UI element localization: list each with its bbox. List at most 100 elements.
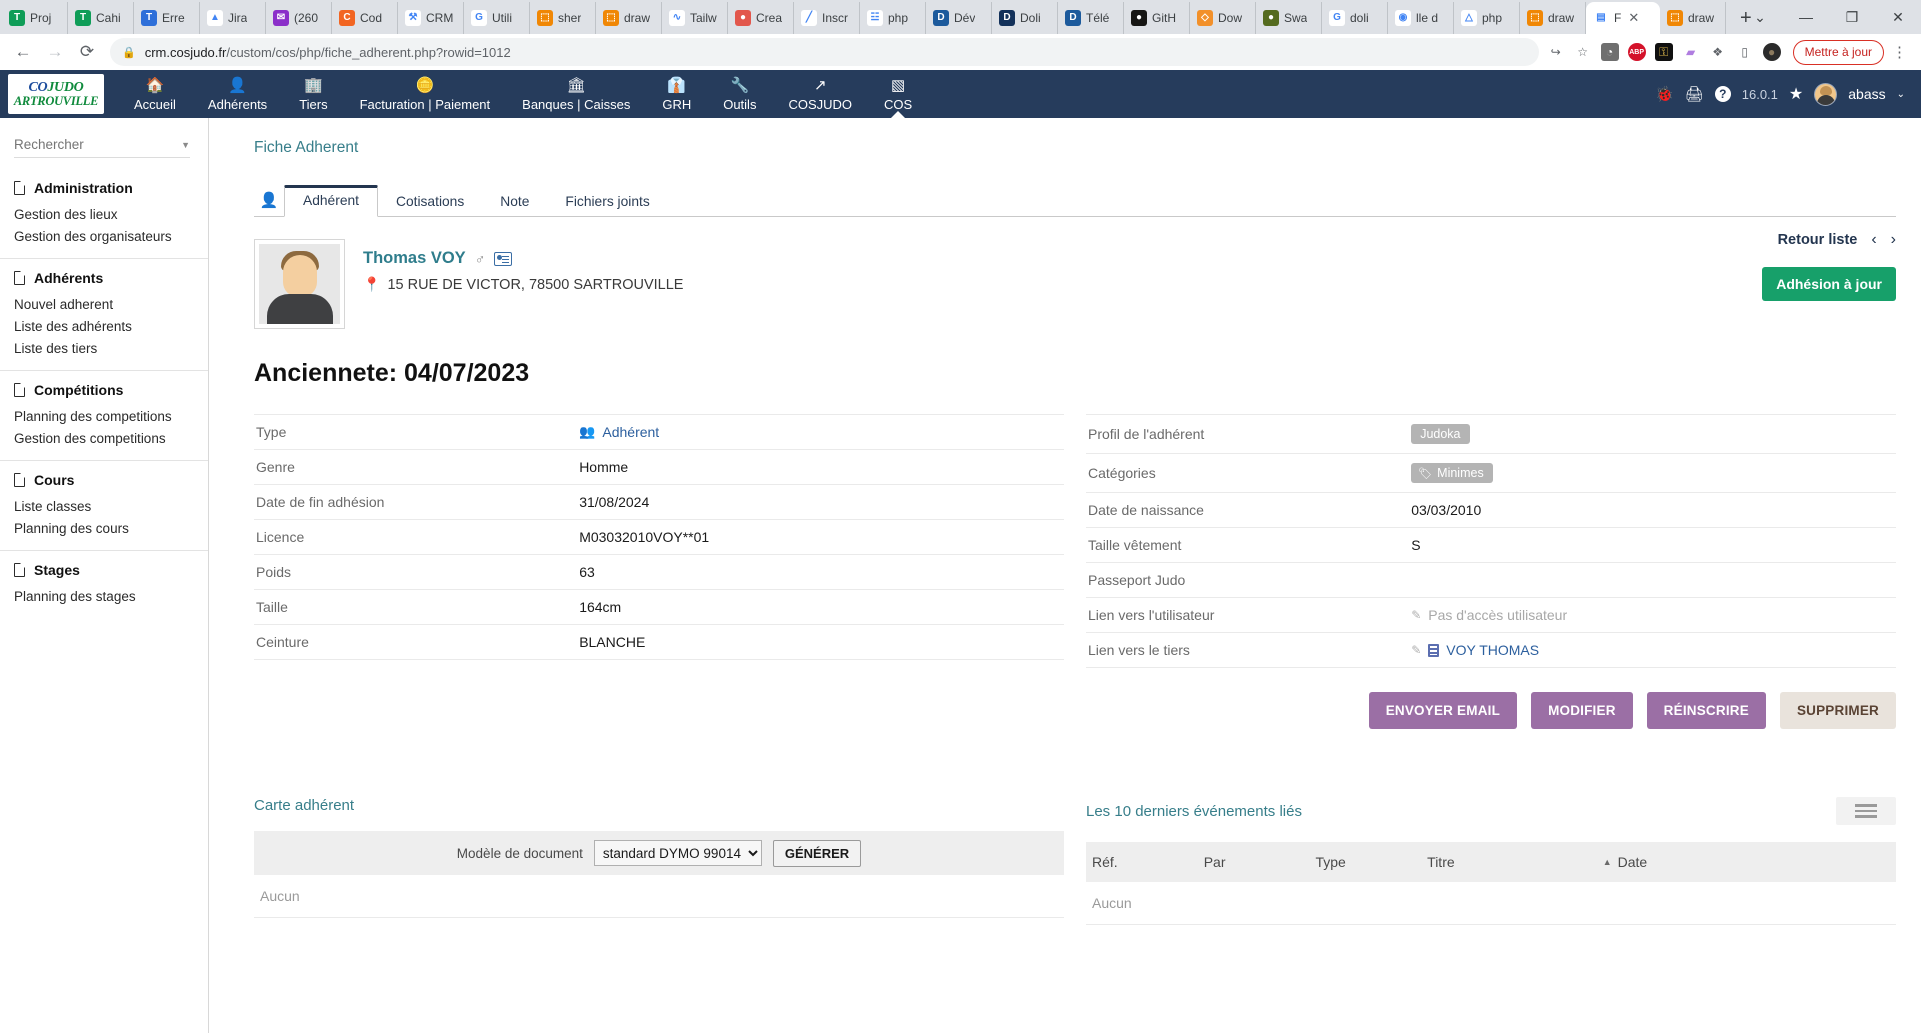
browser-tab[interactable]: ⬚ draw: [1520, 2, 1586, 34]
colorzilla-extension-icon[interactable]: ▰: [1682, 43, 1700, 61]
réinscrire-button[interactable]: RÉINSCRIRE: [1646, 692, 1766, 729]
edit-pencil-icon[interactable]: ✎: [1411, 643, 1421, 657]
sidebar-item-gestion-des-organisateurs[interactable]: Gestion des organisateurs: [14, 225, 194, 247]
sidebar-item-nouvel-adherent[interactable]: Nouvel adherent: [14, 293, 194, 315]
bug-icon[interactable]: 🐞: [1655, 85, 1674, 103]
avatar-photo[interactable]: [254, 239, 345, 329]
help-circle-icon[interactable]: ?: [1714, 86, 1731, 102]
events-col-titre[interactable]: Titre: [1427, 854, 1603, 870]
tab-search-button[interactable]: ⌄: [1737, 0, 1783, 34]
back-to-list-link[interactable]: Retour liste: [1778, 232, 1858, 248]
chevron-down-icon[interactable]: ▼: [177, 140, 190, 150]
extensions-puzzle-icon[interactable]: ❖: [1709, 43, 1727, 61]
browser-tab[interactable]: C Cod: [332, 2, 398, 34]
browser-tab[interactable]: T Erre: [134, 2, 200, 34]
browser-tab[interactable]: ● GitH: [1124, 2, 1190, 34]
navbar-item-adh-rents[interactable]: 👤 Adhérents: [192, 70, 283, 118]
sidebar-item-gestion-des-competitions[interactable]: Gestion des competitions: [14, 427, 194, 449]
browser-tab[interactable]: ⬚ draw: [1660, 2, 1726, 34]
sidebar-item-planning-des-competitions[interactable]: Planning des competitions: [14, 405, 194, 427]
supprimer-button[interactable]: SUPPRIMER: [1779, 692, 1896, 729]
hamburger-icon[interactable]: [1836, 797, 1896, 825]
browser-tab[interactable]: ⚒ CRM: [398, 2, 464, 34]
sidebar-search[interactable]: ▼: [14, 132, 190, 158]
navbar-item-grh[interactable]: 👔 GRH: [646, 70, 707, 118]
brand-logo[interactable]: COJUDO ARTROUVILLE: [8, 74, 104, 114]
browser-tab[interactable]: ▤ F ✕: [1586, 2, 1660, 34]
browser-tab[interactable]: ╱ Inscr: [794, 2, 860, 34]
update-button[interactable]: Mettre à jour: [1792, 39, 1884, 65]
sidebar-group-title[interactable]: Stages: [14, 562, 194, 578]
maximize-button[interactable]: ❐: [1829, 0, 1875, 34]
star-icon[interactable]: ★: [1789, 84, 1803, 104]
sidebar-item-gestion-des-lieux[interactable]: Gestion des lieux: [14, 203, 194, 225]
browser-tab[interactable]: ⬚ draw: [596, 2, 662, 34]
envoyer-email-button[interactable]: ENVOYER EMAIL: [1368, 692, 1518, 729]
browser-tab[interactable]: ◉ lle d: [1388, 2, 1454, 34]
browser-tab[interactable]: D Dév: [926, 2, 992, 34]
minimize-button[interactable]: —: [1783, 0, 1829, 34]
browser-tab[interactable]: ∿ Tailw: [662, 2, 728, 34]
browser-tab[interactable]: ☳ php: [860, 2, 926, 34]
next-record-button[interactable]: ›: [1891, 231, 1896, 249]
sidebar-group-title[interactable]: Adhérents: [14, 270, 194, 286]
browser-menu-button[interactable]: ⋮: [1886, 43, 1913, 61]
bookmark-star-icon[interactable]: ☆: [1574, 43, 1592, 61]
browser-tab[interactable]: T Cahi: [68, 2, 134, 34]
navbar-item-banques-caisses[interactable]: 🏛 Banques | Caisses: [506, 70, 646, 118]
vcard-icon[interactable]: [494, 251, 513, 266]
navbar-item-facturation-paiement[interactable]: 🪙 Facturation | Paiement: [344, 70, 507, 118]
browser-tab[interactable]: ▲ Jira: [200, 2, 266, 34]
tab-note[interactable]: Note: [482, 187, 547, 217]
browser-tab[interactable]: D Doli: [992, 2, 1058, 34]
adblock-extension-icon[interactable]: ABP: [1627, 43, 1646, 61]
close-window-button[interactable]: ✕: [1875, 0, 1921, 34]
shield-extension-icon[interactable]: ◔: [1600, 43, 1619, 61]
browser-tab[interactable]: ◇ Dow: [1190, 2, 1256, 34]
browser-tab[interactable]: T Proj: [2, 2, 68, 34]
avatar[interactable]: [1814, 82, 1838, 106]
browser-tab[interactable]: ● Crea: [728, 2, 794, 34]
browser-tab[interactable]: G Utili: [464, 2, 530, 34]
tab-adh-rent[interactable]: Adhérent: [284, 185, 378, 217]
print-icon[interactable]: 🖨: [1685, 85, 1704, 103]
modifier-button[interactable]: MODIFIER: [1531, 692, 1633, 729]
browser-tab[interactable]: △ php: [1454, 2, 1520, 34]
status-badge-adhesion[interactable]: Adhésion à jour: [1762, 267, 1896, 301]
keepass-extension-icon[interactable]: ⚿: [1654, 43, 1673, 61]
sidebar-item-liste-des-tiers[interactable]: Liste des tiers: [14, 337, 194, 359]
chevron-down-icon[interactable]: ⌄: [1897, 89, 1905, 100]
sidebar-item-liste-classes[interactable]: Liste classes: [14, 495, 194, 517]
detail-value-link[interactable]: Adhérent: [602, 424, 659, 440]
browser-tab[interactable]: D Télé: [1058, 2, 1124, 34]
navbar-item-outils[interactable]: 🔧 Outils: [707, 70, 772, 118]
edit-pencil-icon[interactable]: ✎: [1411, 608, 1421, 622]
events-col-ref[interactable]: Réf.: [1092, 854, 1204, 870]
sidepanel-icon[interactable]: ▯: [1736, 43, 1754, 61]
navbar-item-cosjudo[interactable]: ↗ COSJUDO: [772, 70, 868, 118]
tab-cotisations[interactable]: Cotisations: [378, 187, 482, 217]
document-model-select[interactable]: standard DYMO 99014 ...: [593, 840, 762, 866]
previous-record-button[interactable]: ‹: [1871, 231, 1876, 249]
browser-tab[interactable]: ● Swa: [1256, 2, 1322, 34]
sidebar-item-planning-des-cours[interactable]: Planning des cours: [14, 517, 194, 539]
events-col-date[interactable]: ▲ Date: [1603, 854, 1890, 870]
detail-value-link[interactable]: VOY THOMAS: [1446, 642, 1539, 658]
share-icon[interactable]: ↪: [1547, 43, 1565, 61]
sidebar-item-planning-des-stages[interactable]: Planning des stages: [14, 585, 194, 607]
category-tag[interactable]: 🏷 Minimes: [1411, 463, 1493, 483]
browser-tab[interactable]: ⬚ sher: [530, 2, 596, 34]
browser-tab[interactable]: ✉ (260: [266, 2, 332, 34]
tab-fichiers-joints[interactable]: Fichiers joints: [547, 187, 667, 217]
sidebar-group-title[interactable]: Administration: [14, 180, 194, 196]
search-input[interactable]: [14, 137, 178, 152]
generate-button[interactable]: GÉNÉRER: [772, 839, 862, 867]
events-col-type[interactable]: Type: [1315, 854, 1427, 870]
sidebar-group-title[interactable]: Cours: [14, 472, 194, 488]
navbar-item-cos[interactable]: ▧ COS: [868, 70, 928, 118]
forward-button[interactable]: →: [40, 37, 70, 67]
username-label[interactable]: abass: [1848, 86, 1885, 102]
profile-avatar-icon[interactable]: ●: [1762, 43, 1781, 61]
close-tab-icon[interactable]: ✕: [1628, 10, 1639, 26]
back-button[interactable]: ←: [8, 37, 38, 67]
